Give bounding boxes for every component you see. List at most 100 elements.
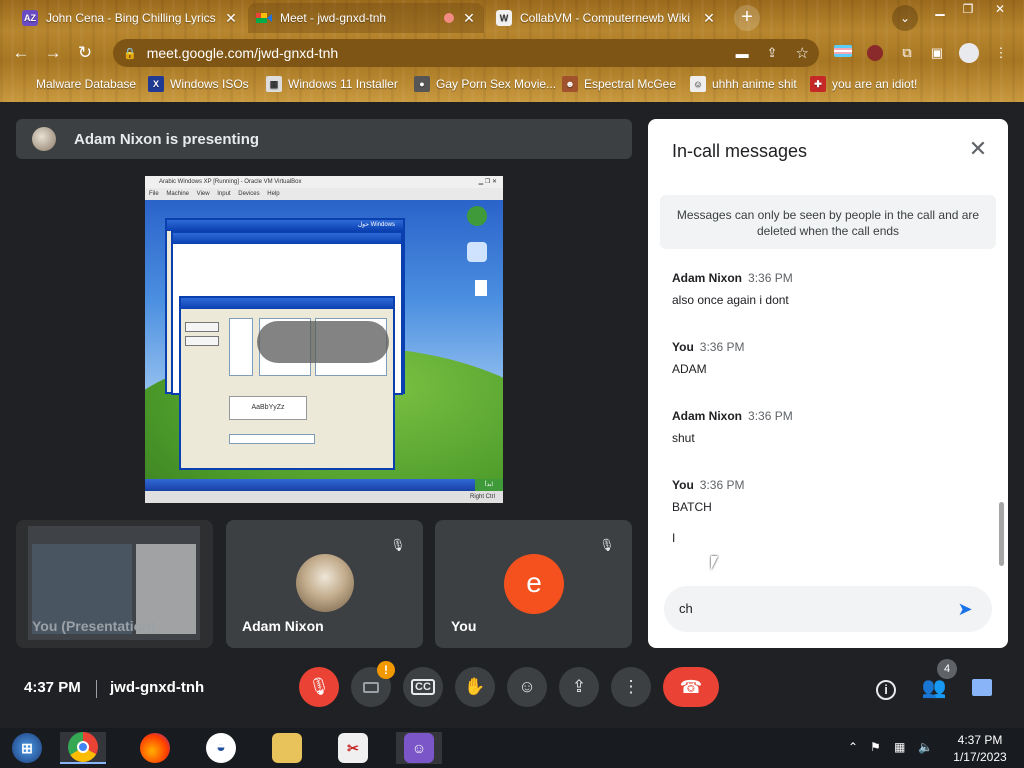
profile-avatar-icon[interactable] [958,42,980,64]
address-bar[interactable]: 🔒 meet.google.com/jwd-gnxd-tnh ▬ ⇪ ☆ [113,39,819,67]
ok-button [185,322,219,332]
tab-search-button[interactable]: ⌄ [892,5,918,31]
meeting-time: 4:37 PM [24,679,81,696]
vm-window-controls: ▁ ❐ ✕ [478,179,497,185]
bookmark-espectral-mcgee[interactable]: ☻ Espectral McGee [562,74,676,94]
close-chat-button[interactable]: ✕ [966,137,990,161]
taskbar-messenger[interactable]: ☺ [396,732,442,764]
chat-input[interactable]: ch ➤ [664,586,992,632]
tile-adam-nixon[interactable]: 🎙 Adam Nixon [226,520,423,648]
meet-favicon-icon [256,10,272,26]
bookmark-movie[interactable]: ● Gay Porn Sex Movie... [414,74,556,94]
obama-logo-icon: ◒ [206,733,236,763]
flag-icon[interactable]: ⚑ [870,740,881,754]
camera-in-use-icon[interactable]: ▬ [736,46,749,61]
vm-menu: File Machine View Input Devices Help [145,188,503,200]
face-icon: ☻ [562,76,578,92]
image-icon: ▦ [266,76,282,92]
camera-toggle-button[interactable]: ! [351,661,395,707]
emoji-icon: ☺ [518,677,536,696]
raise-hand-button[interactable]: ✋ [455,667,495,707]
people-button[interactable]: 👥 4 [921,659,957,701]
chat-button[interactable] [969,675,995,701]
anime-icon: ☺ [690,76,706,92]
tile-you[interactable]: e 🎙 You [435,520,632,648]
tab-collabvm[interactable]: W CollabVM - Computernewb Wiki ✕ [488,3,724,33]
forward-button[interactable]: → [40,40,66,66]
chrome-menu-icon[interactable]: ⋮ [990,42,1012,64]
chat-title: In-call messages [672,141,808,161]
taskbar-chrome[interactable] [60,732,106,764]
chat-message: You 3:36 PM ADAM [672,340,745,376]
shared-screen: Arabic Windows XP [Running] - Oracle VM … [145,176,503,503]
trans-flag-extension-icon[interactable] [832,42,854,64]
bookmark-anime[interactable]: ☺ uhhh anime shit [690,74,797,94]
folder-icon [272,733,302,763]
cancel-button [185,336,219,346]
leave-call-button[interactable]: ☎ [663,667,719,707]
tab-meet[interactable]: Meet - jwd-gnxd-tnh ✕ [248,3,484,33]
bookmark-windows-11-installer[interactable]: ▦ Windows 11 Installer [266,74,398,94]
minimize-button[interactable]: ▁ [926,1,954,19]
meeting-details-button[interactable]: i [873,675,899,701]
bookmark-windows-isos[interactable]: X Windows ISOs [148,74,249,94]
bookmark-star-icon[interactable]: ☆ [796,44,809,62]
close-tab-icon[interactable]: ✕ [702,10,716,27]
bookmark-malware-database[interactable]: Malware Database [18,74,136,94]
send-icon[interactable]: ➤ [952,596,978,622]
you-avatar: e [504,554,564,614]
side-panel-icon[interactable]: ▣ [926,42,948,64]
close-tab-icon[interactable]: ✕ [224,10,238,27]
chat-message: Adam Nixon 3:36 PM shut [672,409,793,445]
more-options-button[interactable]: ⋮ [611,667,651,707]
adam-avatar [296,554,354,612]
taskbar-snipping[interactable]: ✂ [330,732,376,764]
restore-button[interactable]: ❐ [954,1,982,19]
chat-message: You 3:36 PM BATCH [672,478,745,514]
mic-toggle-button[interactable]: 🎙 [299,667,339,707]
reload-button[interactable]: ↻ [72,40,98,66]
volume-icon[interactable]: 🔈 [918,740,933,754]
network-icon[interactable]: ▦ [894,740,905,754]
chat-scrollbar[interactable] [999,502,1004,566]
mouse-cursor-icon [711,556,718,570]
xp-desktop-icon [467,206,487,226]
taskbar-firefox[interactable] [132,732,178,764]
tray-overflow-icon[interactable]: ⌃ [848,740,858,754]
close-tab-icon[interactable]: ✕ [462,10,476,27]
windows-taskbar: ⊞ ◒ ✂ ☺ ⌃ ⚑ ▦ 🔈 [0,728,1024,768]
profile-extension-icon[interactable] [864,42,886,64]
recording-dot-icon [444,13,454,23]
vm-titlebar: Arabic Windows XP [Running] - Oracle VM … [145,176,503,188]
extensions-puzzle-icon[interactable]: ⧉ [896,42,918,64]
bookmark-you-are-an-idiot[interactable]: ✚ you are an idiot! [810,74,917,94]
presentation-overlay-pill [257,321,389,363]
xp-desktop-icon [475,280,487,296]
xp-desktop-icon [467,242,487,262]
presenter-avatar [32,127,56,151]
start-button[interactable]: ⊞ [4,732,50,764]
present-button[interactable]: ⇪ [559,667,599,707]
tile-you-presentation[interactable]: You (Presentation) [16,520,213,648]
close-window-button[interactable]: ✕ [986,1,1014,19]
windows-logo-icon: ⊞ [12,733,42,763]
back-button[interactable]: ← [8,40,34,66]
share-icon[interactable]: ⇪ [767,45,778,61]
chat-icon [972,679,992,696]
people-icon: 👥 [921,677,947,699]
tab-bing-chilling[interactable]: AZ John Cena - Bing Chilling Lyrics | ✕ [14,3,246,33]
az-favicon-icon: AZ [22,10,38,26]
lock-icon: 🔒 [123,47,137,60]
new-tab-button[interactable]: + [734,5,760,31]
camera-icon [363,681,379,693]
chrome-icon [68,732,98,762]
captions-icon: CC [411,679,435,695]
captions-button[interactable]: CC [403,667,443,707]
taskbar-file-explorer[interactable] [264,732,310,764]
mic-off-icon: 🎙 [390,538,406,552]
taskbar-obama[interactable]: ◒ [198,732,244,764]
system-clock[interactable]: 4:37 PM 1/17/2023 [944,732,1016,766]
reactions-button[interactable]: ☺ [507,667,547,707]
size-list [229,318,253,376]
script-select [229,434,315,444]
